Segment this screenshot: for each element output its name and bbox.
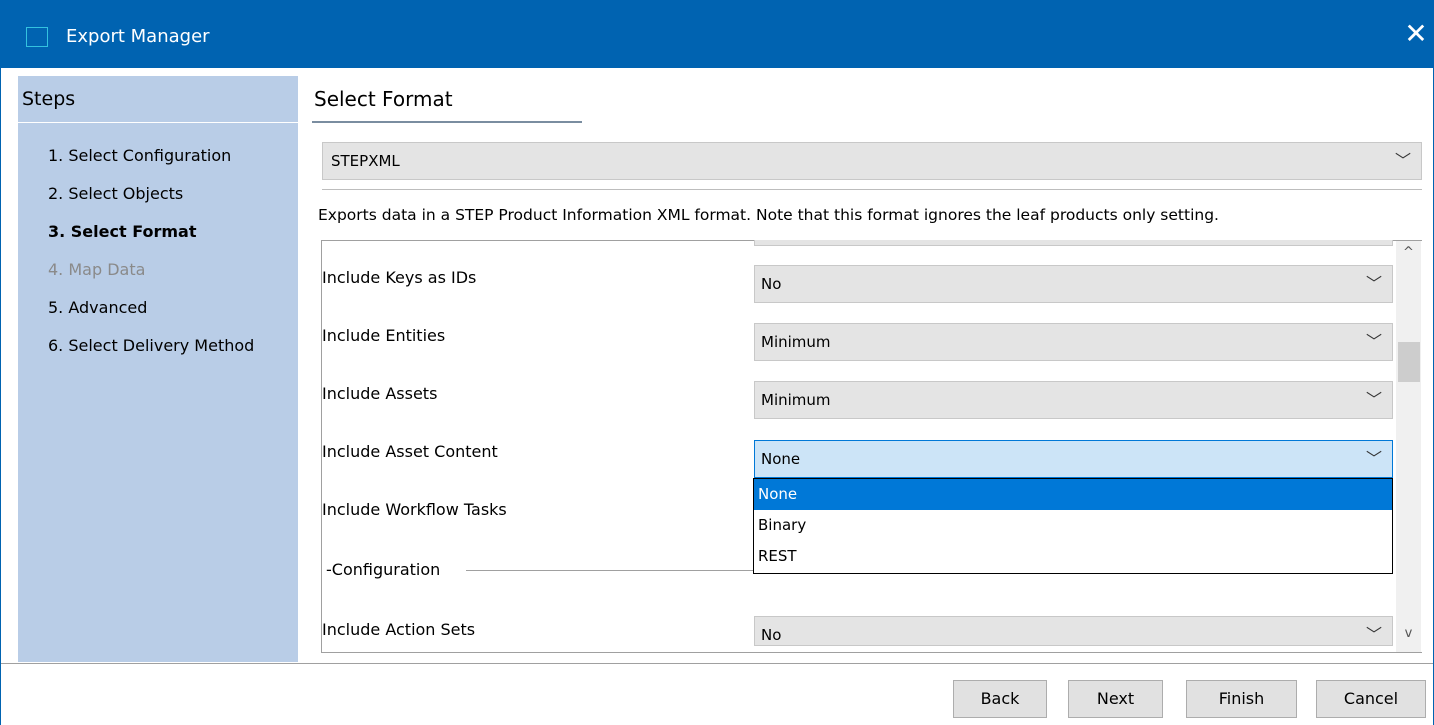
include-workflow-tasks-label: Include Workflow Tasks [322, 500, 507, 519]
window-title: Export Manager [66, 26, 210, 47]
chevron-down-icon: ﹀ [1365, 625, 1382, 644]
footer-divider [1, 663, 1433, 664]
scroll-up-icon[interactable]: ^ [1396, 245, 1421, 265]
step-select-format: 3. Select Format [48, 222, 197, 241]
include-action-sets-select[interactable]: No ﹀ [754, 616, 1393, 646]
steps-title: Steps [22, 88, 76, 110]
cancel-button[interactable]: Cancel [1316, 680, 1426, 718]
chevron-down-icon: ﹀ [1365, 390, 1382, 409]
section-title-underline [312, 121, 582, 123]
title-bar: Export Manager ✕ [0, 0, 1434, 68]
section-title: Select Format [314, 87, 453, 111]
format-select[interactable]: STEPXML ﹀ [322, 142, 1422, 180]
steps-list: 1. Select Configuration 2. Select Object… [48, 146, 254, 374]
step-select-objects: 2. Select Objects [48, 184, 184, 203]
configuration-group-legend: -Configuration [326, 560, 441, 579]
include-action-sets-value: No [761, 626, 782, 644]
format-description: Exports data in a STEP Product Informati… [318, 206, 1219, 224]
step-select-configuration: 1. Select Configuration [48, 146, 232, 165]
asset-content-dropdown-list: None Binary REST [753, 478, 1393, 574]
options-scrollbar[interactable]: ^ v [1396, 241, 1421, 652]
chevron-down-icon: ﹀ [1365, 332, 1382, 351]
scroll-down-icon[interactable]: v [1396, 626, 1421, 646]
step-select-delivery-method: 6. Select Delivery Method [48, 336, 255, 355]
include-asset-content-select[interactable]: None ﹀ [754, 440, 1393, 478]
include-action-sets-label: Include Action Sets [322, 620, 476, 639]
include-keys-as-ids-select[interactable]: No ﹀ [754, 265, 1393, 303]
include-entities-value: Minimum [761, 333, 831, 351]
include-keys-as-ids-value: No [761, 275, 782, 293]
include-entities-select[interactable]: Minimum ﹀ [754, 323, 1393, 361]
back-button[interactable]: Back [953, 680, 1047, 718]
configuration-group-line [466, 570, 754, 571]
next-button[interactable]: Next [1068, 680, 1163, 718]
chevron-down-icon: ﹀ [1365, 449, 1382, 468]
dropdown-option-binary[interactable]: Binary [754, 510, 1392, 541]
dropdown-option-none[interactable]: None [754, 479, 1392, 510]
format-select-value: STEPXML [331, 152, 400, 170]
include-assets-value: Minimum [761, 391, 831, 409]
include-assets-label: Include Assets [322, 384, 438, 403]
include-assets-select[interactable]: Minimum ﹀ [754, 381, 1393, 419]
partial-combo-above[interactable] [754, 240, 1393, 246]
window-border-left [0, 68, 1, 725]
chevron-down-icon: ﹀ [1365, 274, 1382, 293]
step-advanced: 5. Advanced [48, 298, 148, 317]
include-asset-content-value: None [761, 450, 801, 468]
window-icon [26, 27, 48, 47]
include-keys-as-ids-label: Include Keys as IDs [322, 268, 477, 287]
scroll-thumb[interactable] [1398, 342, 1420, 382]
steps-divider [18, 122, 298, 123]
step-map-data: 4. Map Data [48, 260, 146, 279]
finish-button[interactable]: Finish [1186, 680, 1297, 718]
dropdown-option-rest[interactable]: REST [754, 541, 1392, 572]
close-button[interactable]: ✕ [1398, 18, 1434, 54]
include-asset-content-label: Include Asset Content [322, 442, 498, 461]
chevron-down-icon: ﹀ [1394, 151, 1411, 170]
format-divider [322, 189, 1422, 190]
steps-panel: Steps 1. Select Configuration 2. Select … [18, 76, 298, 662]
configuration-legend-text: Configuration [331, 560, 441, 579]
include-entities-label: Include Entities [322, 326, 446, 345]
